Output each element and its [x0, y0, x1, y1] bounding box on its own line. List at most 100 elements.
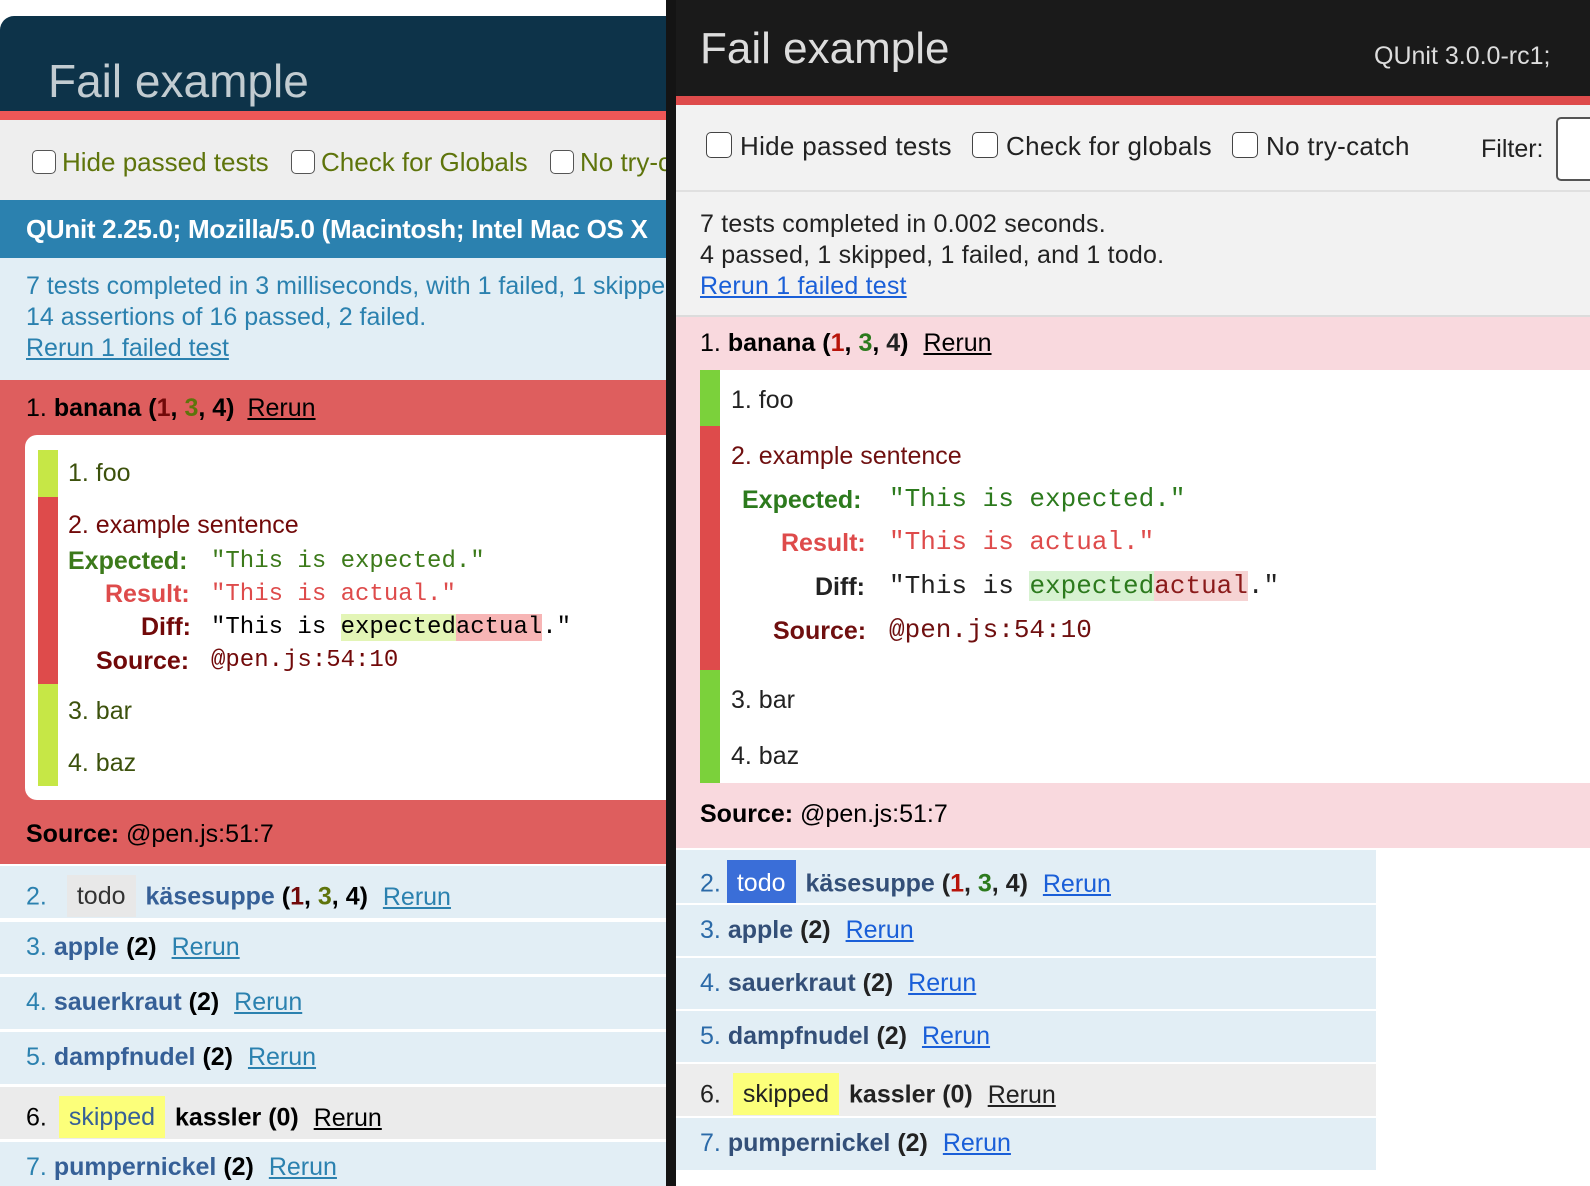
check-globals-option[interactable]: Check for globals	[972, 131, 1212, 162]
summary-line-1: 7 tests completed in 3 milliseconds, wit…	[26, 272, 666, 300]
test-item[interactable]: 4. sauerkraut (2) Rerun	[0, 975, 666, 1029]
test-name: apple	[53, 933, 120, 961]
test-item[interactable]: 7. pumpernickel (2) Rerun	[0, 1140, 666, 1186]
result-value: "This is actual."	[889, 527, 1155, 557]
total-count: 4	[1005, 869, 1020, 898]
no-try-catch-option[interactable]: No try-catch	[1232, 131, 1410, 162]
rerun-link[interactable]: Rerun	[1043, 870, 1111, 898]
assertion-list: 1. foo 2. example sentence Expected: "Th…	[25, 435, 666, 800]
filter-label: Filter:	[1481, 135, 1544, 163]
counts-close: )	[226, 394, 235, 422]
test-header[interactable]: 1. banana (1, 3, 4) Rerun	[26, 394, 316, 423]
source-value: @pen.js:54:10	[211, 647, 399, 674]
test-item-todo[interactable]: 2. todo käsesuppe (1, 3, 4) Rerun	[0, 864, 666, 918]
rerun-failed-link[interactable]: Rerun 1 failed test	[26, 334, 229, 363]
test-number: 7.	[700, 1129, 721, 1157]
test-counts: (2)	[202, 1043, 233, 1071]
no-try-catch-checkbox[interactable]	[550, 150, 574, 175]
test-item-todo[interactable]: 2. todo käsesuppe (1, 3, 4) Rerun	[676, 848, 1376, 906]
check-globals-checkbox[interactable]	[291, 150, 315, 175]
test-item[interactable]: 4. sauerkraut (2) Rerun	[676, 956, 1376, 1010]
diff-suffix: ."	[1247, 571, 1280, 601]
test-name: sauerkraut	[53, 988, 182, 1016]
qunit3-panel: Fail example QUnit 3.0.0-rc1; Hide passe…	[676, 0, 1590, 1186]
hide-passed-checkbox[interactable]	[32, 150, 56, 175]
rerun-link[interactable]: Rerun	[383, 883, 451, 911]
hide-passed-checkbox[interactable]	[706, 132, 732, 159]
test-header[interactable]: 1. banana (1, 3, 4) Rerun	[700, 329, 992, 358]
status-bar-failed	[0, 111, 666, 120]
pass-indicator	[38, 450, 58, 497]
test-item[interactable]: 3. apple (2) Rerun	[676, 903, 1376, 957]
rerun-link[interactable]: Rerun	[247, 394, 315, 422]
check-globals-checkbox[interactable]	[972, 132, 998, 159]
panel-divider	[666, 0, 676, 1186]
test-number: 2.	[700, 869, 721, 898]
page-title: Fail example	[700, 24, 950, 73]
test-name: sauerkraut	[727, 969, 856, 997]
rerun-link[interactable]: Rerun	[922, 1022, 990, 1050]
no-try-catch-option[interactable]: No try-catch	[550, 147, 666, 178]
rerun-link[interactable]: Rerun	[234, 988, 302, 1016]
filter-input[interactable]	[1556, 117, 1590, 181]
test-item[interactable]: 5. dampfnudel (2) Rerun	[0, 1030, 666, 1084]
rerun-link[interactable]: Rerun	[908, 969, 976, 997]
rerun-failed-link[interactable]: Rerun 1 failed test	[700, 272, 907, 301]
fail-indicator	[38, 497, 58, 684]
test-source-label: Source:	[700, 800, 794, 828]
counts-sep: ,	[844, 329, 852, 357]
diff-label: Diff:	[815, 573, 865, 601]
hide-passed-option[interactable]: Hide passed tests	[706, 131, 952, 162]
check-globals-option[interactable]: Check for Globals	[291, 147, 528, 178]
diff-prefix: "This is	[211, 614, 341, 641]
test-item[interactable]: 3. apple (2) Rerun	[0, 920, 666, 974]
rerun-link[interactable]: Rerun	[172, 933, 240, 961]
test-result-summary: 7 tests completed in 3 milliseconds, wit…	[0, 258, 666, 380]
hide-passed-label: Hide passed tests	[62, 147, 269, 177]
no-try-catch-label: No try-catch	[580, 147, 666, 177]
assertion-item: 4. baz	[731, 742, 800, 770]
status-bar-failed	[676, 96, 1590, 105]
rerun-link[interactable]: Rerun	[846, 916, 914, 944]
rerun-link[interactable]: Rerun	[923, 329, 991, 357]
test-item-skipped[interactable]: 6. skipped kassler (0) Rerun	[0, 1085, 666, 1139]
test-number: 2.	[26, 882, 47, 911]
test-name: banana	[53, 394, 142, 422]
test-item[interactable]: 7. pumpernickel (2) Rerun	[676, 1116, 1376, 1170]
test-counts: (2)	[188, 988, 220, 1016]
failed-count: 1	[830, 329, 845, 357]
rerun-link[interactable]: Rerun	[248, 1043, 316, 1071]
no-try-catch-label: No try-catch	[1266, 131, 1410, 161]
toolbar: Hide passed tests Check for Globals No t…	[0, 120, 666, 200]
test-name: dampfnudel	[727, 1022, 870, 1050]
test-counts: (2)	[897, 1129, 928, 1157]
test-counts: (2)	[800, 916, 831, 944]
test-source-value: @pen.js:51:7	[800, 800, 948, 828]
rerun-link[interactable]: Rerun	[988, 1081, 1056, 1109]
no-try-catch-checkbox[interactable]	[1232, 132, 1258, 159]
qunit2-panel: Fail example Hide passed tests Check for…	[0, 0, 666, 1186]
rerun-link[interactable]: Rerun	[314, 1104, 382, 1132]
counts-sep: ,	[170, 394, 178, 422]
test-counts: (2)	[126, 933, 157, 961]
result-label: Result:	[105, 580, 190, 608]
assertion-list: 1. foo 2. example sentence Expected: "Th…	[700, 370, 1590, 783]
assertion-item-failed: 2. example sentence	[68, 511, 299, 539]
pass-indicator	[700, 670, 720, 783]
rerun-link[interactable]: Rerun	[269, 1153, 337, 1181]
hide-passed-option[interactable]: Hide passed tests	[32, 147, 269, 178]
failed-count: 1	[950, 869, 964, 898]
assertion-item: 3. bar	[731, 686, 795, 714]
passed-count: 3	[977, 869, 992, 898]
test-item-skipped[interactable]: 6. skipped kassler (0) Rerun	[676, 1062, 1376, 1116]
test-source-value: @pen.js:51:7	[126, 820, 274, 848]
rerun-link[interactable]: Rerun	[943, 1129, 1011, 1157]
fail-indicator	[700, 426, 720, 670]
test-number: 6.	[26, 1103, 47, 1132]
diff-label: Diff:	[141, 613, 191, 641]
diff-value: "This is expectedactual."	[211, 614, 571, 641]
test-name: käsesuppe	[145, 882, 275, 911]
total-count: 4	[345, 882, 360, 911]
test-number: 4.	[26, 988, 47, 1016]
test-item[interactable]: 5. dampfnudel (2) Rerun	[676, 1009, 1376, 1063]
